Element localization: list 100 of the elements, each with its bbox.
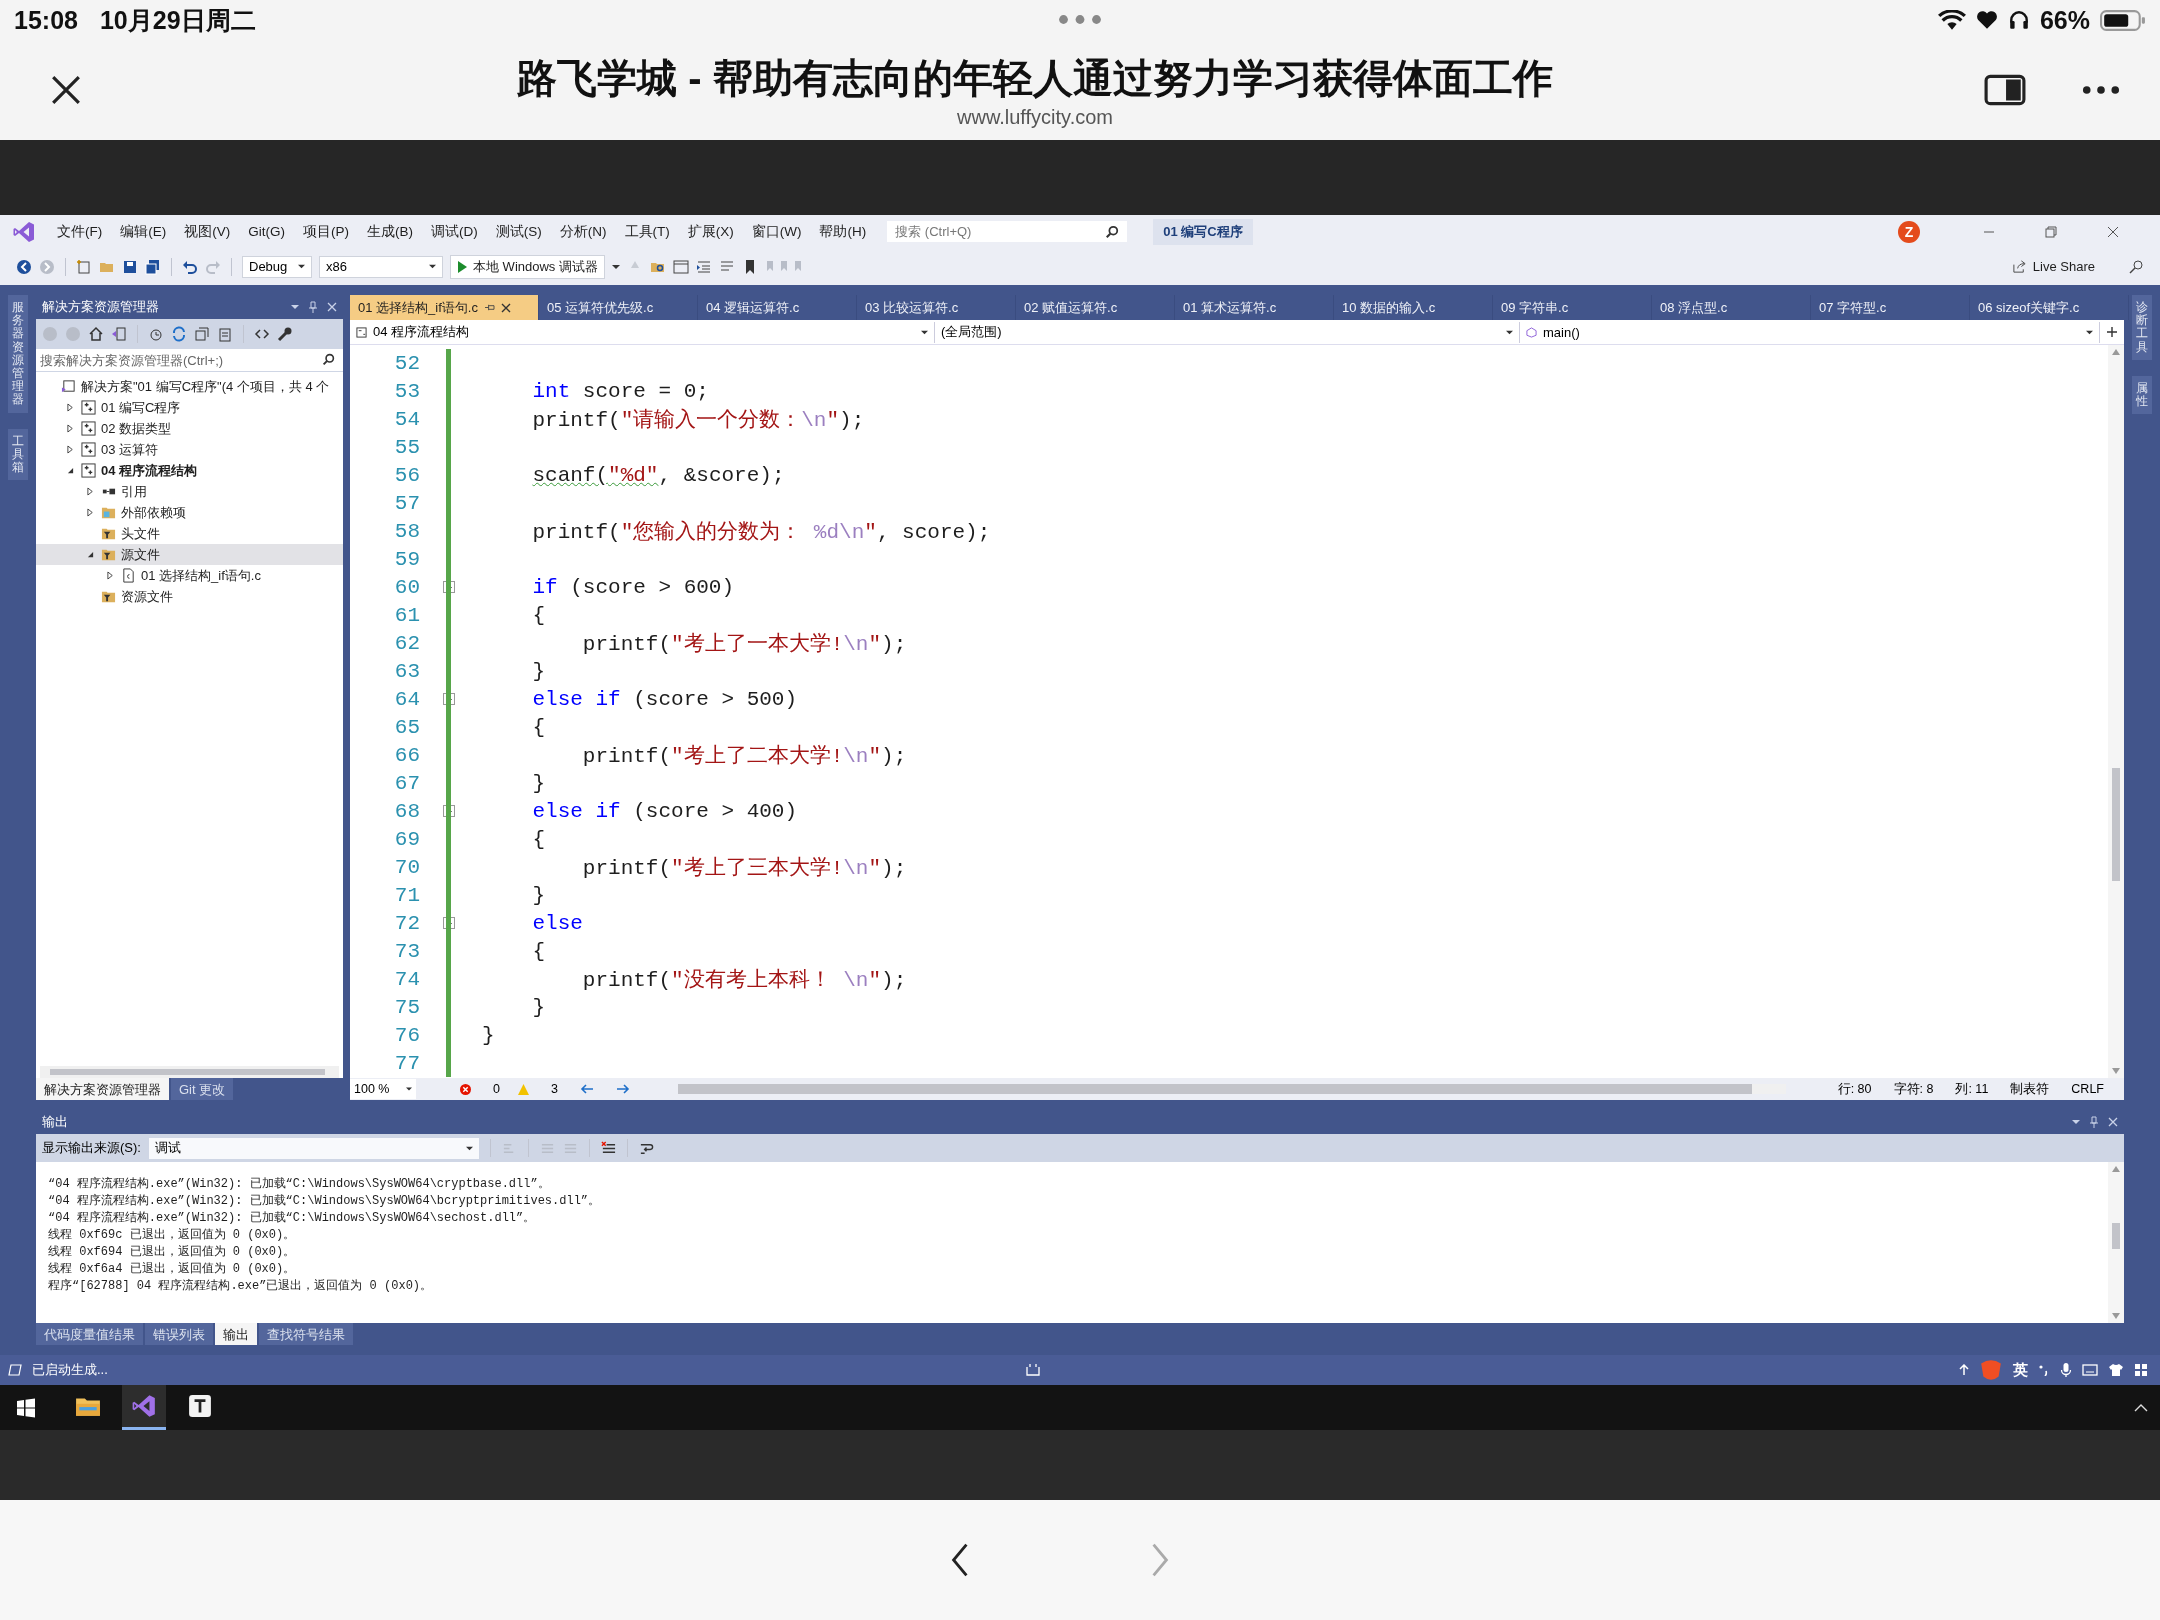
platform-dropdown[interactable]: x86 (319, 255, 443, 278)
tree-item[interactable]: 外部依赖项 (36, 502, 343, 523)
tree-item[interactable]: 04 程序流程结构 (36, 460, 343, 481)
tree-item[interactable]: 01 编写C程序 (36, 397, 343, 418)
side-panel-tab[interactable]: 服务器资源管理器 (8, 295, 28, 413)
live-share-button[interactable]: Live Share (2011, 259, 2095, 274)
project-dropdown[interactable]: 04 程序流程结构 (350, 321, 935, 343)
chevron-up-icon[interactable] (2134, 1403, 2148, 1412)
menu-item[interactable]: Git(G) (239, 224, 294, 239)
scroll-up-icon[interactable] (2112, 349, 2120, 355)
panel-tab[interactable]: 输出 (215, 1323, 257, 1345)
menu-item[interactable]: 文件(F) (48, 222, 112, 241)
scope-dropdown[interactable]: (全局范围) (935, 321, 1520, 343)
close-icon[interactable] (500, 302, 511, 313)
menu-item[interactable]: 分析(N) (550, 222, 616, 241)
clear-all-icon[interactable] (600, 1140, 616, 1156)
indent-icon[interactable] (695, 258, 712, 275)
configuration-dropdown[interactable]: Debug (242, 255, 312, 278)
search-field[interactable]: 搜索 (Ctrl+Q) (887, 221, 1128, 242)
new-project-icon[interactable] (76, 258, 92, 275)
horizontal-scrollbar[interactable] (677, 1084, 1786, 1094)
tree-item[interactable]: 02 数据类型 (36, 418, 343, 439)
tree-item[interactable]: 03 运算符 (36, 439, 343, 460)
error-count[interactable]: 0 (493, 1082, 500, 1096)
browser-icon[interactable] (672, 258, 689, 275)
collapsed-arrow-icon[interactable] (106, 571, 114, 580)
scroll-thumb[interactable] (2112, 1222, 2120, 1250)
menu-item[interactable]: 窗口(W) (742, 222, 811, 241)
dropdown-caret-icon[interactable] (291, 303, 299, 311)
collapsed-arrow-icon[interactable] (66, 403, 74, 412)
next-arrow-icon[interactable] (615, 1084, 630, 1094)
scroll-up-icon[interactable] (2112, 1166, 2120, 1172)
warning-count[interactable]: 3 (550, 1082, 558, 1096)
start-icon[interactable] (16, 1397, 36, 1418)
scroll-down-icon[interactable] (2112, 1313, 2120, 1319)
shirt-icon[interactable] (2108, 1363, 2124, 1377)
split-icon[interactable] (2106, 326, 2118, 338)
notification-icon[interactable] (8, 1364, 22, 1376)
menu-item[interactable]: 视图(V) (175, 222, 240, 241)
taskbar-app[interactable] (122, 1385, 166, 1430)
feedback-icon[interactable] (2128, 258, 2144, 275)
collapsed-arrow-icon[interactable] (86, 508, 94, 517)
panel-tab[interactable]: Git 更改 (171, 1078, 234, 1100)
side-panel-tab[interactable]: 属性 (2132, 375, 2152, 415)
close-icon[interactable] (2107, 225, 2119, 238)
tree-item[interactable]: 引用 (36, 481, 343, 502)
vertical-scrollbar[interactable] (2108, 345, 2124, 1078)
dropdown-caret-icon[interactable] (611, 262, 620, 271)
input-language[interactable]: 英 (2013, 1360, 2028, 1380)
account-avatar[interactable]: Z (1898, 220, 1920, 243)
panel-tab[interactable]: 错误列表 (145, 1323, 213, 1345)
menu-item[interactable]: 帮助(H) (810, 222, 876, 241)
tree-item[interactable]: 头文件 (36, 523, 343, 544)
microphone-icon[interactable] (2060, 1362, 2072, 1378)
tree-item[interactable]: 01 选择结构_if语句.c (36, 565, 343, 586)
tray-arrow-icon[interactable] (1959, 1364, 1969, 1376)
more-icon[interactable] (2082, 85, 2120, 95)
menu-item[interactable]: 项目(P) (294, 222, 358, 241)
sidebar-icon[interactable] (1984, 74, 2026, 106)
start-debugging-button[interactable]: 本地 Windows 调试器 (450, 254, 605, 279)
save-all-icon[interactable] (145, 258, 161, 275)
menu-item[interactable]: 调试(D) (422, 222, 487, 241)
previous-arrow-icon[interactable] (579, 1084, 594, 1094)
source-control-icon[interactable] (1025, 1363, 1042, 1377)
panel-tab[interactable]: 解决方案资源管理器 (36, 1078, 169, 1100)
scroll-down-icon[interactable] (2112, 1068, 2120, 1074)
menu-item[interactable]: 生成(B) (358, 222, 422, 241)
tree-item[interactable]: 资源文件 (36, 586, 343, 607)
menu-item[interactable]: 扩展(X) (678, 222, 743, 241)
member-dropdown[interactable]: main() (1520, 321, 2100, 343)
vertical-scrollbar[interactable] (2108, 1162, 2124, 1323)
line-ending[interactable]: CRLF (2071, 1082, 2104, 1096)
restore-icon[interactable] (2045, 225, 2057, 238)
pin-icon[interactable] (483, 303, 495, 312)
scroll-thumb[interactable] (2112, 767, 2120, 881)
tree-item[interactable]: 源文件 (36, 544, 343, 565)
panel-tab[interactable]: 查找符号结果 (259, 1323, 353, 1345)
collapse-all-icon[interactable] (194, 326, 210, 342)
collapsed-arrow-icon[interactable] (86, 487, 94, 496)
error-icon[interactable] (460, 1083, 471, 1095)
menu-item[interactable]: 编辑(E) (111, 222, 176, 241)
tree-item[interactable]: 解决方案"01 编写C程序"(4 个项目，共 4 个 (36, 376, 343, 397)
expanded-arrow-icon[interactable] (86, 551, 94, 558)
home-icon[interactable] (88, 326, 104, 342)
side-panel-tab[interactable]: 诊断工具 (2132, 295, 2152, 360)
output-source-dropdown[interactable]: 调试 (148, 1137, 479, 1159)
more-dots-icon[interactable] (1058, 14, 1102, 25)
panel-tab[interactable]: 代码度量值结果 (36, 1323, 143, 1345)
grid-icon[interactable] (2134, 1363, 2148, 1377)
keyboard-icon[interactable] (2082, 1364, 2098, 1376)
zoom-dropdown[interactable]: 100 % (350, 1079, 416, 1099)
side-panel-tab[interactable]: 工具箱 (8, 428, 28, 481)
wrench-icon[interactable] (277, 326, 293, 342)
menu-item[interactable]: 测试(S) (486, 222, 551, 241)
input-method-icon[interactable] (1979, 1359, 2003, 1381)
refresh-icon[interactable] (171, 326, 187, 342)
menu-item[interactable]: 工具(T) (615, 222, 679, 241)
save-icon[interactable] (122, 258, 138, 275)
collapsed-arrow-icon[interactable] (66, 445, 74, 454)
expanded-arrow-icon[interactable] (66, 467, 74, 474)
